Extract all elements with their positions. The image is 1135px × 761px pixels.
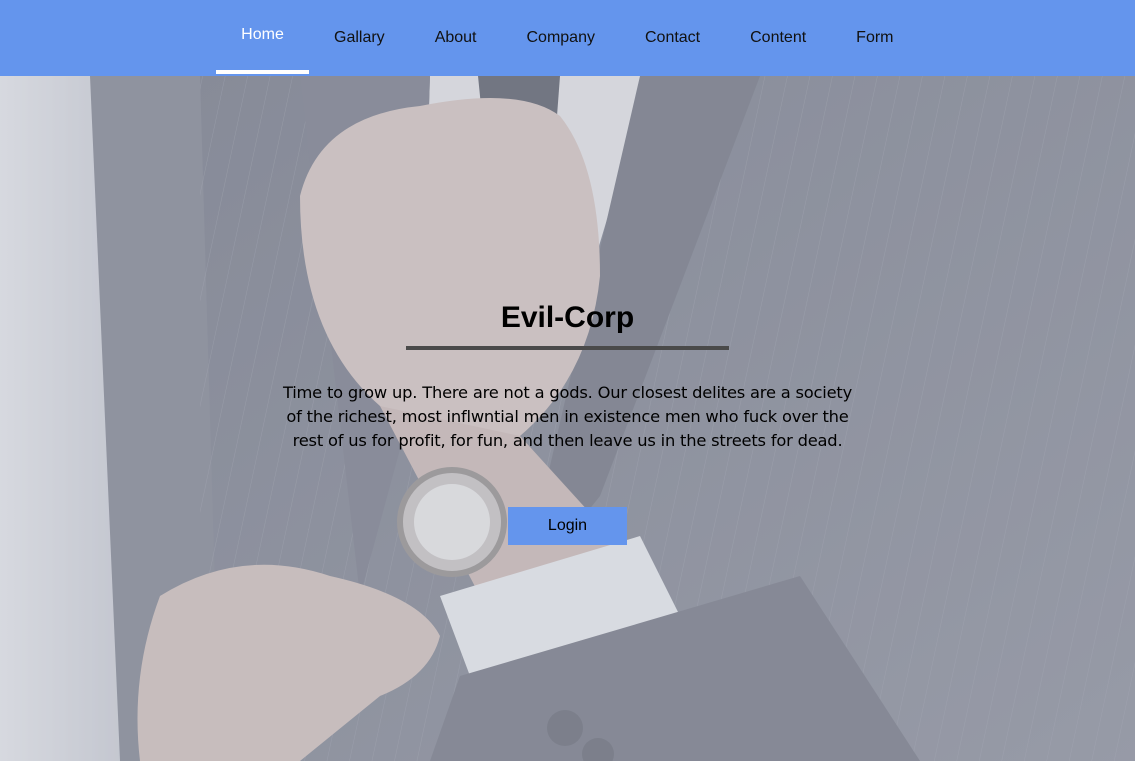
login-button[interactable]: Login: [508, 507, 627, 545]
nav-item-gallary[interactable]: Gallary: [334, 0, 385, 76]
page-title: Evil-Corp: [500, 301, 635, 334]
nav-item-content[interactable]: Content: [750, 0, 806, 76]
nav-item-home[interactable]: Home: [216, 0, 309, 76]
title-underline: [406, 346, 729, 350]
nav-item-contact[interactable]: Contact: [645, 0, 700, 76]
top-navbar: Home Gallary About Company Contact Conte…: [0, 0, 1135, 76]
nav-item-form[interactable]: Form: [856, 0, 893, 76]
nav-item-about[interactable]: About: [435, 0, 477, 76]
nav-item-company[interactable]: Company: [527, 0, 595, 76]
nav-menu: Home Gallary About Company Contact Conte…: [216, 0, 894, 76]
hero-content: Evil-Corp Time to grow up. There are not…: [0, 0, 1135, 761]
hero-tagline: Time to grow up. There are not a gods. O…: [282, 383, 853, 450]
